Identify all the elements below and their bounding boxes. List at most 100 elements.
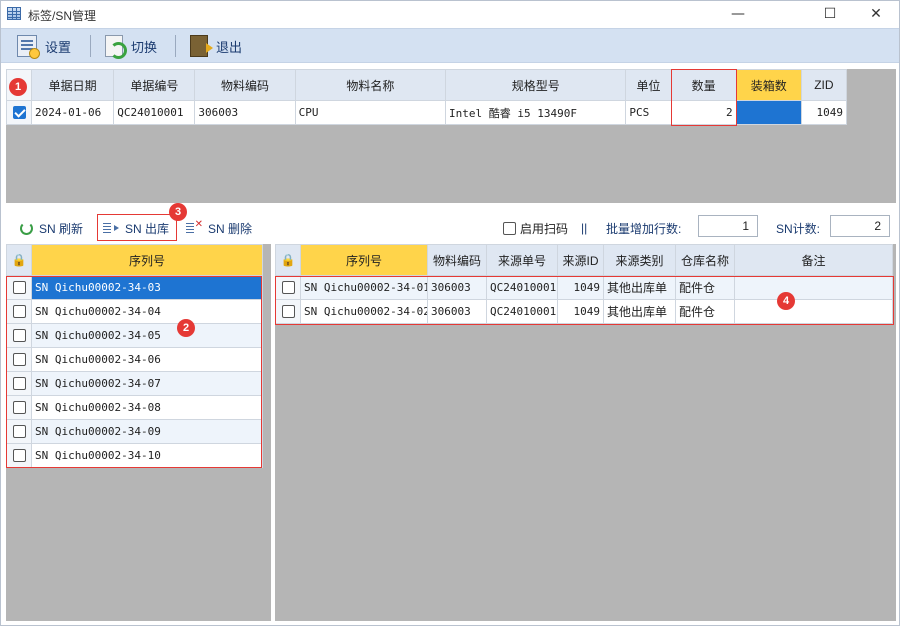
col-header-date[interactable]: 单据日期	[31, 69, 115, 101]
col-header-doc-no[interactable]: 单据编号	[113, 69, 196, 101]
col-header-box-qty[interactable]: 装箱数	[735, 69, 802, 101]
col-header-src-type[interactable]: 来源类别	[603, 244, 676, 276]
table-row[interactable]: SN Qichu00002-34-08	[6, 395, 263, 420]
cell-src-no[interactable]: QC24010001	[486, 275, 558, 300]
table-row[interactable]: SN Qichu00002-34-10	[6, 443, 263, 468]
annotation-badge-3: 3	[169, 203, 187, 221]
row-checkbox-cell[interactable]	[6, 371, 32, 396]
enable-scan-checkbox[interactable]: 启用扫码	[503, 218, 568, 238]
minimize-button[interactable]: —	[715, 1, 761, 28]
row-checkbox[interactable]	[12, 377, 26, 391]
row-checkbox[interactable]	[12, 106, 26, 120]
row-checkbox-cell[interactable]	[6, 299, 32, 324]
cell-src-no[interactable]: QC24010001	[486, 299, 558, 324]
sn-count-input[interactable]: 2	[830, 215, 890, 237]
cell-serial[interactable]: SN Qichu00002-34-08	[31, 395, 263, 420]
lock-icon[interactable]: 🔒	[6, 244, 32, 276]
cell-serial[interactable]: SN Qichu00002-34-04	[31, 299, 263, 324]
cell-warehouse[interactable]: 配件仓	[675, 275, 735, 300]
cell-remark[interactable]	[734, 275, 893, 300]
col-header-material-code[interactable]: 物料编码	[194, 69, 296, 101]
cell-serial[interactable]: SN Qichu00002-34-02	[300, 299, 428, 324]
row-checkbox[interactable]	[281, 281, 295, 295]
cell-qty[interactable]: 2	[670, 100, 737, 125]
cell-zid[interactable]: 1049	[800, 100, 848, 125]
table-row[interactable]: SN Qichu00002-34-04	[6, 299, 263, 324]
table-row[interactable]: SN Qichu00002-34-06	[6, 347, 263, 372]
cell-material-code[interactable]: 306003	[194, 100, 296, 125]
row-checkbox-cell[interactable]	[6, 323, 32, 348]
cell-serial[interactable]: SN Qichu00002-34-06	[31, 347, 263, 372]
row-checkbox-cell[interactable]	[6, 443, 32, 468]
col-header-unit[interactable]: 单位	[625, 69, 672, 101]
col-header-remark[interactable]: 备注	[734, 244, 893, 276]
cell-warehouse[interactable]: 配件仓	[675, 299, 735, 324]
row-checkbox[interactable]	[281, 305, 295, 319]
cell-src-id[interactable]: 1049	[557, 275, 604, 300]
cell-src-id[interactable]: 1049	[557, 299, 604, 324]
row-checkbox[interactable]	[12, 353, 26, 367]
col-header-serial[interactable]: 序列号	[300, 244, 428, 276]
row-checkbox[interactable]	[12, 305, 26, 319]
row-checkbox[interactable]	[12, 281, 26, 295]
cell-serial[interactable]: SN Qichu00002-34-03	[31, 275, 263, 300]
table-row[interactable]: SN Qichu00002-34-02 306003 QC24010001 10…	[275, 299, 893, 324]
col-header-qty[interactable]: 数量	[670, 69, 737, 101]
cell-material-code[interactable]: 306003	[427, 299, 487, 324]
col-header-zid[interactable]: ZID	[800, 69, 848, 101]
cell-serial[interactable]: SN Qichu00002-34-09	[31, 419, 263, 444]
table-row[interactable]: SN Qichu00002-34-05	[6, 323, 263, 348]
settings-button[interactable]: 设置	[17, 33, 71, 59]
table-row[interactable]: SN Qichu00002-34-01 306003 QC24010001 10…	[275, 275, 893, 300]
row-checkbox[interactable]	[12, 401, 26, 415]
batch-add-input[interactable]: 1	[698, 215, 758, 237]
row-checkbox-cell[interactable]	[6, 419, 32, 444]
row-checkbox[interactable]	[12, 329, 26, 343]
cell-src-type[interactable]: 其他出库单	[603, 275, 676, 300]
cell-src-type[interactable]: 其他出库单	[603, 299, 676, 324]
annotation-badge-2: 2	[177, 319, 195, 337]
col-header-serial[interactable]: 序列号	[31, 244, 263, 276]
col-header-spec[interactable]: 规格型号	[444, 69, 627, 101]
row-checkbox-cell[interactable]	[6, 347, 32, 372]
cell-material-name[interactable]: CPU	[294, 100, 447, 125]
cell-serial[interactable]: SN Qichu00002-34-01	[300, 275, 428, 300]
enable-scan-check[interactable]	[503, 221, 516, 235]
table-row[interactable]: SN Qichu00002-34-07	[6, 371, 263, 396]
exit-button[interactable]: 退出	[190, 33, 242, 59]
cell-remark[interactable]	[734, 299, 893, 324]
lock-icon[interactable]: 🔒	[275, 244, 301, 276]
enable-scan-label: 启用扫码	[520, 221, 569, 236]
table-row[interactable]: SN Qichu00002-34-09	[6, 419, 263, 444]
cell-box-qty[interactable]	[735, 100, 802, 125]
cell-material-code[interactable]: 306003	[427, 275, 487, 300]
col-header-src-no[interactable]: 来源单号	[486, 244, 558, 276]
col-header-material-name[interactable]: 物料名称	[294, 69, 447, 101]
cell-serial[interactable]: SN Qichu00002-34-07	[31, 371, 263, 396]
table-row[interactable]: 2024-01-06 QC24010001 306003 CPU Intel 酷…	[5, 100, 848, 125]
row-checkbox-cell[interactable]	[275, 275, 301, 300]
row-checkbox-cell[interactable]	[6, 395, 32, 420]
col-header-material-code[interactable]: 物料编码	[427, 244, 487, 276]
table-row[interactable]: SN Qichu00002-34-03	[6, 275, 263, 300]
cell-serial[interactable]: SN Qichu00002-34-05	[31, 323, 263, 348]
sn-delete-icon	[186, 219, 203, 234]
cell-unit[interactable]: PCS	[625, 100, 672, 125]
switch-button[interactable]: 切换	[105, 33, 157, 59]
sn-out-button[interactable]: SN 出库	[103, 218, 169, 238]
maximize-button[interactable]: ☐	[807, 1, 853, 28]
cell-spec[interactable]: Intel 酷睿 i5 13490F	[444, 100, 627, 125]
row-checkbox[interactable]	[12, 449, 26, 463]
cell-date[interactable]: 2024-01-06	[31, 100, 115, 125]
sn-delete-button[interactable]: SN 删除	[186, 218, 252, 238]
row-checkbox-cell[interactable]	[6, 275, 32, 300]
cell-doc-no[interactable]: QC24010001	[113, 100, 196, 125]
row-checkbox-cell[interactable]	[5, 100, 33, 125]
col-header-warehouse[interactable]: 仓库名称	[675, 244, 735, 276]
sn-refresh-button[interactable]: SN 刷新	[20, 218, 83, 238]
row-checkbox-cell[interactable]	[275, 299, 301, 324]
cell-serial[interactable]: SN Qichu00002-34-10	[31, 443, 263, 468]
row-checkbox[interactable]	[12, 425, 26, 439]
col-header-src-id[interactable]: 来源ID	[557, 244, 604, 276]
close-button[interactable]: ✕	[853, 1, 899, 28]
